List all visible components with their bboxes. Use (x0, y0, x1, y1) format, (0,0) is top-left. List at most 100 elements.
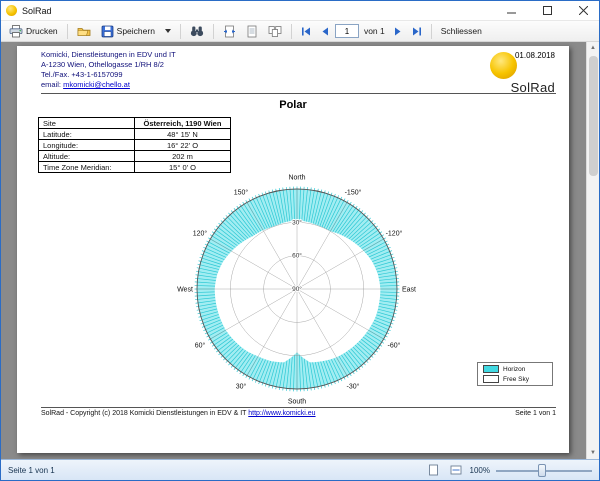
toolbar-separator (67, 24, 68, 39)
save-button[interactable]: Speichern (97, 22, 159, 40)
company-phone: Tel./Fax. +43-1-6157099 (41, 70, 176, 80)
site-table: Site Österreich, 1190 Wien Latitude: 48°… (38, 117, 231, 173)
svg-text:30°: 30° (236, 382, 247, 390)
table-row: Longitude: 16° 22' O (39, 140, 231, 151)
open-button[interactable] (73, 22, 95, 40)
app-icon (6, 5, 17, 16)
latitude-label-cell: Latitude: (39, 129, 135, 140)
page-width-view-button[interactable] (219, 22, 240, 40)
next-page-icon (394, 27, 402, 36)
svg-text:60°: 60° (292, 252, 302, 260)
svg-text:-60°: -60° (388, 342, 401, 350)
save-disk-icon (101, 25, 114, 38)
first-page-icon (301, 27, 311, 36)
vertical-scrollbar[interactable]: ▲ ▼ (586, 42, 599, 459)
fit-page-icon (428, 464, 439, 476)
toolbar-separator (431, 24, 432, 39)
email-link[interactable]: mkomicki@chello.at (63, 80, 130, 89)
meridian-label-cell: Time Zone Meridian: (39, 162, 135, 173)
prev-page-icon (321, 27, 329, 36)
svg-text:120°: 120° (193, 230, 208, 238)
minimize-button[interactable] (496, 1, 527, 20)
whole-page-icon (246, 25, 258, 38)
footer-rule (41, 407, 556, 408)
close-preview-label: Schliessen (441, 26, 482, 36)
svg-text:-30°: -30° (347, 382, 360, 390)
svg-text:-120°: -120° (386, 230, 403, 238)
report-date: 01.08.2018 (515, 51, 555, 60)
toolbar: Drucken Speichern (1, 21, 599, 42)
polar-chart-svg: 30°60°90°North150°120°West60°30°South-30… (127, 171, 467, 411)
website-link[interactable]: http://www.komicki.eu (248, 410, 315, 417)
multi-page-icon (268, 25, 282, 38)
binoculars-icon (190, 25, 204, 37)
header-rule (41, 93, 556, 94)
fit-page-button[interactable] (426, 463, 442, 478)
site-value-cell: Österreich, 1190 Wien (135, 118, 231, 129)
toolbar-separator (180, 24, 181, 39)
maximize-icon (543, 6, 552, 15)
zoom-slider-thumb[interactable] (538, 464, 546, 477)
legend-label-free-sky: Free Sky (503, 376, 529, 383)
toolbar-separator (213, 24, 214, 39)
prev-page-button[interactable] (317, 22, 333, 40)
find-button[interactable] (186, 22, 208, 40)
page-count-label: von 1 (364, 26, 385, 36)
longitude-label-cell: Longitude: (39, 140, 135, 151)
svg-text:90°: 90° (292, 285, 302, 293)
copyright-prefix: SolRad - Copyright (c) 2018 Komicki Dien… (41, 410, 248, 417)
last-page-icon (412, 27, 422, 36)
scrollbar-thumb[interactable] (589, 56, 598, 176)
svg-text:-150°: -150° (345, 189, 362, 197)
page-number-input[interactable] (335, 24, 359, 38)
save-dropdown-button[interactable] (161, 22, 175, 40)
company-address: A-1230 Wien, Othellogasse 1/RH 8/2 (41, 60, 176, 70)
close-button[interactable] (568, 1, 599, 20)
altitude-value-cell: 202 m (135, 151, 231, 162)
table-row: Latitude: 48° 15' N (39, 129, 231, 140)
maximize-button[interactable] (532, 1, 563, 20)
svg-text:South: South (288, 399, 306, 406)
copyright-text: SolRad - Copyright (c) 2018 Komicki Dien… (41, 410, 316, 417)
whole-page-view-button[interactable] (242, 22, 262, 40)
svg-text:West: West (177, 287, 193, 294)
svg-text:60°: 60° (195, 342, 206, 350)
app-window: SolRad Drucken (0, 0, 600, 481)
close-icon (579, 6, 588, 15)
zoom-slider[interactable] (496, 463, 592, 478)
svg-text:150°: 150° (234, 189, 249, 197)
legend-item-free-sky: Free Sky (483, 375, 547, 383)
fit-width-icon (450, 464, 462, 476)
multi-page-view-button[interactable] (264, 22, 286, 40)
company-email-line: email: mkomicki@chello.at (41, 80, 176, 90)
legend-label-horizon: Horizon (503, 366, 525, 373)
close-preview-button[interactable]: Schliessen (437, 22, 486, 40)
scroll-down-icon[interactable]: ▼ (587, 447, 599, 459)
company-block: Komicki, Dienstleistungen in EDV und IT … (41, 50, 176, 90)
chart-legend: Horizon Free Sky (477, 362, 553, 386)
page-width-icon (223, 25, 236, 38)
fit-width-button[interactable] (448, 463, 464, 478)
status-page-label: Seite 1 von 1 (8, 466, 420, 475)
last-page-button[interactable] (408, 22, 426, 40)
toolbar-separator (291, 24, 292, 39)
longitude-value-cell: 16° 22' O (135, 140, 231, 151)
scroll-up-icon[interactable]: ▲ (587, 42, 599, 54)
next-page-button[interactable] (390, 22, 406, 40)
first-page-button[interactable] (297, 22, 315, 40)
svg-text:30°: 30° (292, 218, 302, 226)
zoom-percent-label: 100% (470, 466, 490, 475)
table-row: Altitude: 202 m (39, 151, 231, 162)
window-title: SolRad (22, 6, 491, 16)
sun-logo-icon (490, 52, 517, 79)
printer-icon (9, 25, 23, 38)
email-label: email: (41, 80, 61, 89)
latitude-value-cell: 48° 15' N (135, 129, 231, 140)
print-button[interactable]: Drucken (5, 22, 62, 40)
page-indicator: Seite 1 von 1 (515, 410, 556, 417)
site-label-cell: Site (39, 118, 135, 129)
print-button-label: Drucken (26, 26, 58, 36)
chevron-down-icon (165, 29, 171, 33)
legend-item-horizon: Horizon (483, 365, 547, 373)
company-name: Komicki, Dienstleistungen in EDV und IT (41, 50, 176, 60)
